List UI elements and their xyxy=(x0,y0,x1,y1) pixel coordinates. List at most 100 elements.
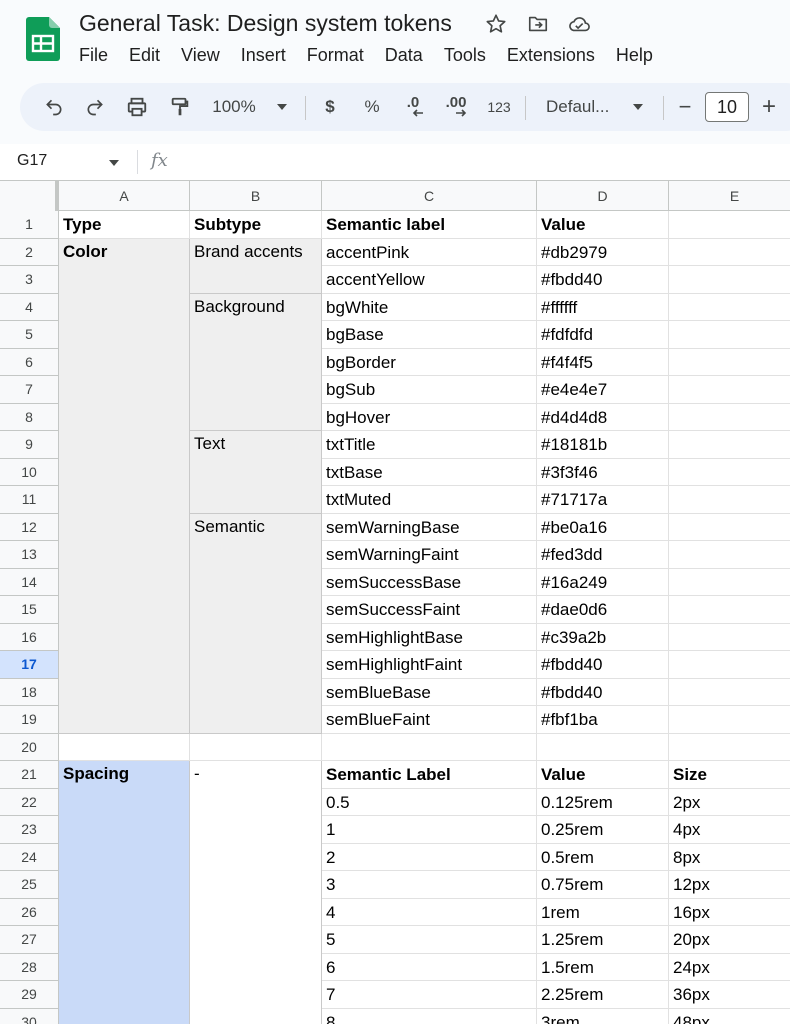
merged-cell-subtype-brand-accents[interactable]: Brand accents xyxy=(190,238,322,294)
cell-c[interactable]: 1 xyxy=(322,816,537,844)
print-icon[interactable] xyxy=(122,83,152,131)
cell-d[interactable]: #fbdd40 xyxy=(537,678,669,706)
menu-insert[interactable]: Insert xyxy=(241,45,286,67)
cloud-saved-icon[interactable] xyxy=(567,12,591,36)
cell-d[interactable]: #71717a xyxy=(537,486,669,514)
cell-c[interactable]: 4 xyxy=(322,898,537,926)
column-header-d[interactable]: D xyxy=(537,181,669,211)
row-header[interactable]: 21 xyxy=(0,761,59,789)
cell-e[interactable]: 16px xyxy=(669,899,790,926)
merged-cell-subtype-background[interactable]: Background xyxy=(190,293,322,431)
increase-font-size-button[interactable]: + xyxy=(757,83,781,131)
cell-d[interactable]: #e4e4e7 xyxy=(537,376,669,404)
cell-e[interactable]: 20px xyxy=(669,926,790,954)
cell-d[interactable]: #fbdd40 xyxy=(537,266,669,294)
row-header[interactable]: 12 xyxy=(0,513,59,541)
cell-e[interactable] xyxy=(669,404,790,431)
cell-e[interactable] xyxy=(669,651,790,679)
cell-c[interactable]: 0.5 xyxy=(322,788,537,816)
name-box[interactable]: G17 xyxy=(17,152,47,170)
cell-d[interactable]: #c39a2b xyxy=(537,623,669,651)
menu-file[interactable]: File xyxy=(79,45,108,67)
row-header[interactable]: 9 xyxy=(0,431,59,459)
cell-d[interactable]: 0.125rem xyxy=(537,788,669,816)
cell-d[interactable]: 0.5rem xyxy=(537,843,669,871)
merged-cell-subtype-spacing[interactable]: - xyxy=(190,761,322,1024)
row-header[interactable]: 29 xyxy=(0,981,59,1009)
zoom-dropdown-icon[interactable] xyxy=(270,83,294,131)
cell-c[interactable]: 7 xyxy=(322,981,537,1009)
cell-c[interactable]: semBlueFaint xyxy=(322,706,537,734)
cell-e[interactable] xyxy=(669,514,790,541)
font-size-input[interactable]: 10 xyxy=(705,92,749,122)
cell-d[interactable]: #dae0d6 xyxy=(537,596,669,624)
row-header[interactable]: 25 xyxy=(0,871,59,899)
cell-e[interactable] xyxy=(669,431,790,459)
more-formats-button[interactable]: 123 xyxy=(482,83,516,131)
cell-e[interactable] xyxy=(669,596,790,624)
font-family-select[interactable]: Defaul... xyxy=(540,83,620,131)
cell-c[interactable]: bgSub xyxy=(322,376,537,404)
cell-c[interactable]: Semantic label xyxy=(322,211,537,239)
font-dropdown-icon[interactable] xyxy=(626,83,650,131)
row-header[interactable]: 11 xyxy=(0,486,59,514)
cell-d[interactable]: #18181b xyxy=(537,431,669,459)
cell-a[interactable] xyxy=(59,733,190,761)
cell-c[interactable]: 3 xyxy=(322,871,537,899)
increase-decimal-button[interactable]: .00 xyxy=(440,83,472,131)
cell-e[interactable] xyxy=(669,321,790,349)
menu-view[interactable]: View xyxy=(181,45,220,67)
row-header[interactable]: 22 xyxy=(0,788,59,816)
cell-e[interactable] xyxy=(669,376,790,404)
row-header[interactable]: 3 xyxy=(0,266,59,294)
row-header[interactable]: 1 xyxy=(0,211,59,239)
cell-c[interactable]: semSuccessBase xyxy=(322,568,537,596)
cell-c[interactable]: accentYellow xyxy=(322,266,537,294)
cell-d[interactable]: 1.25rem xyxy=(537,926,669,954)
cell-c[interactable]: bgHover xyxy=(322,403,537,431)
cell-d[interactable]: 0.75rem xyxy=(537,871,669,899)
row-header[interactable]: 15 xyxy=(0,596,59,624)
cell-d[interactable]: Value xyxy=(537,211,669,239)
cell-e[interactable]: 36px xyxy=(669,981,790,1009)
cell-c[interactable]: semHighlightBase xyxy=(322,623,537,651)
cell-c[interactable]: accentPink xyxy=(322,238,537,266)
cell-c[interactable]: semWarningBase xyxy=(322,513,537,541)
merged-cell-type-spacing[interactable]: Spacing xyxy=(59,761,190,1024)
row-header[interactable]: 5 xyxy=(0,321,59,349)
cell-c[interactable]: txtMuted xyxy=(322,486,537,514)
column-header-a[interactable]: A xyxy=(59,181,190,211)
cell-c[interactable]: 8 xyxy=(322,1008,537,1024)
zoom-value[interactable]: 100% xyxy=(208,83,260,131)
name-box-dropdown-icon[interactable] xyxy=(108,154,120,172)
cell-c[interactable]: bgBase xyxy=(322,321,537,349)
cell-d[interactable]: #fbdd40 xyxy=(537,651,669,679)
cell-d[interactable]: #fbf1ba xyxy=(537,706,669,734)
cell-e[interactable] xyxy=(669,706,790,734)
row-header[interactable]: 26 xyxy=(0,898,59,926)
decrease-font-size-button[interactable]: − xyxy=(673,83,697,131)
column-header-c[interactable]: C xyxy=(322,181,537,211)
cell-d[interactable]: 3rem xyxy=(537,1008,669,1024)
cell-e[interactable] xyxy=(669,734,790,761)
column-header-b[interactable]: B xyxy=(190,181,322,211)
cell-d[interactable]: #db2979 xyxy=(537,238,669,266)
cell-e[interactable] xyxy=(669,294,790,321)
cell-c[interactable]: bgWhite xyxy=(322,293,537,321)
cell-c[interactable]: semHighlightFaint xyxy=(322,651,537,679)
formula-input[interactable] xyxy=(185,150,775,174)
cell-d[interactable]: #d4d4d8 xyxy=(537,403,669,431)
row-header[interactable]: 6 xyxy=(0,348,59,376)
cell-d[interactable]: #16a249 xyxy=(537,568,669,596)
row-header[interactable]: 10 xyxy=(0,458,59,486)
cell-c[interactable]: semSuccessFaint xyxy=(322,596,537,624)
cell-d[interactable]: #3f3f46 xyxy=(537,458,669,486)
row-header[interactable]: 19 xyxy=(0,706,59,734)
cell-d[interactable]: #fed3dd xyxy=(537,541,669,569)
cell-e[interactable] xyxy=(669,624,790,651)
row-header[interactable]: 24 xyxy=(0,843,59,871)
row-header[interactable]: 8 xyxy=(0,403,59,431)
merged-cell-type-color[interactable]: Color xyxy=(59,238,190,734)
move-to-folder-icon[interactable] xyxy=(526,12,550,36)
star-icon[interactable] xyxy=(484,12,508,36)
